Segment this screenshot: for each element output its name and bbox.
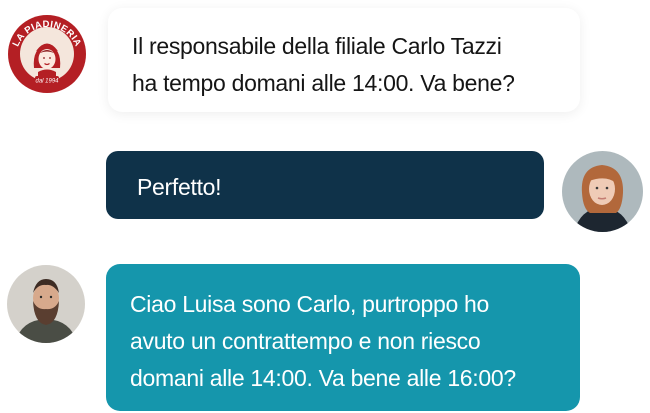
brand-message-bubble: Il responsabile della filiale Carlo Tazz… <box>108 8 580 112</box>
luisa-avatar <box>562 151 643 232</box>
message-text-line: Il responsabile della filiale Carlo Tazz… <box>132 33 502 59</box>
svg-text:dal 1994: dal 1994 <box>35 79 59 85</box>
carlo-message-bubble: Ciao Luisa sono Carlo, purtroppo ho avut… <box>106 264 580 411</box>
message-text-line: avuto un contrattempo e non riesco <box>130 328 481 354</box>
luisa-message-bubble: Perfetto! <box>106 151 544 219</box>
la-piadineria-logo: LA PIADINERIA dal 1994 <box>7 14 87 94</box>
message-text-line: domani alle 14:00. Va bene alle 16:00? <box>130 365 516 391</box>
message-text-line: ha tempo domani alle 14:00. Va bene? <box>132 70 515 96</box>
message-text-line: Perfetto! <box>137 174 222 200</box>
message-text-line: Ciao Luisa sono Carlo, purtroppo ho <box>130 291 490 317</box>
carlo-avatar <box>7 265 85 343</box>
